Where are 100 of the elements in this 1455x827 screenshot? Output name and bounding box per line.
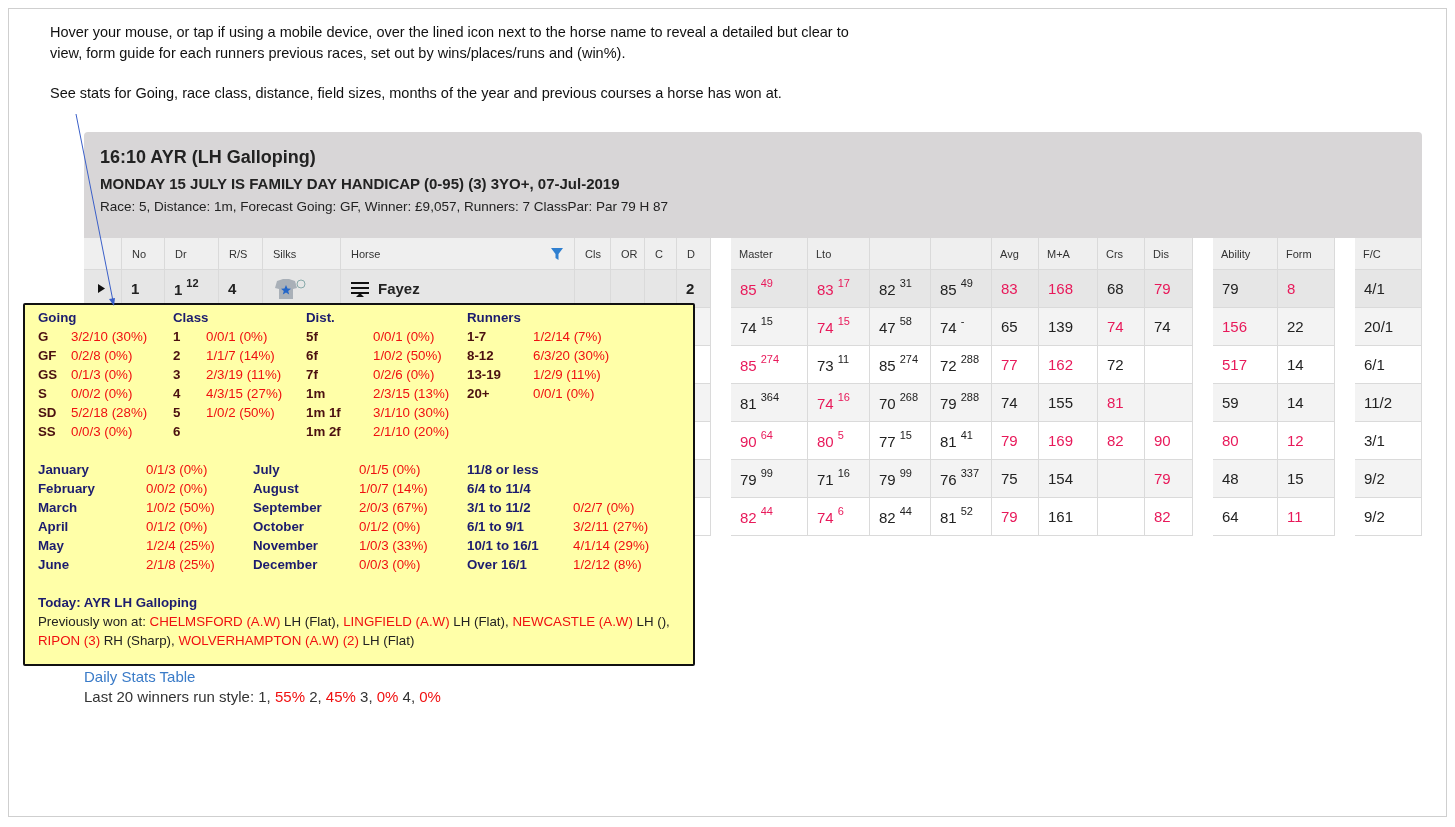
table-cell: 85 $^{274}$ [740,355,780,374]
form-guide-icon[interactable] [350,280,370,297]
column-header: C [645,238,677,270]
table-row[interactable]: 4/1 [1355,270,1422,308]
stat-value: 0/2/8 (0%) [71,347,133,365]
table-cell: 65 [1001,318,1018,335]
table-row[interactable]: 48 15 [1213,460,1335,498]
table-cell: 168 [1048,280,1074,297]
column-header: OR [611,238,645,270]
table-cell: 74 $^{15}$ [817,317,850,336]
column-header: D [677,238,711,270]
stat-value: 4/1/14 (29%) [573,537,650,555]
table-cell: 6/1 [1364,356,1385,373]
stat-label: SS [38,423,57,441]
stat-label: Over 16/1 [467,556,528,574]
stat-value: 4/3/15 (27%) [206,385,283,403]
table-row[interactable]: 79 $^{99}$ 71 $^{16}$ 79 $^{99}$ 76 $^{337}$ 75 154 79 [731,460,1193,498]
table-row[interactable]: 59 14 [1213,384,1335,422]
stat-value: 1/2/4 (25%) [146,537,215,555]
table-cell: 48 [1222,470,1239,487]
table-row[interactable]: 11/2 [1355,384,1422,422]
stat-label: August [253,480,300,498]
stat-label: 1-7 [467,328,488,346]
section-heading: Going [38,309,78,327]
table-row[interactable]: 82 $^{44}$ 74 $^{6}$ 82 $^{44}$ 81 $^{52}$ 79 161 82 [731,498,1193,536]
race-title: 16:10 AYR (LH Galloping) [100,147,317,168]
stat-value: 1/0/3 (33%) [359,537,428,555]
table-row[interactable]: 9/2 [1355,460,1422,498]
table-cell: 74 [1154,318,1171,335]
previous-wins-text: Previously won at: CHELMSFORD (A.W) LH (Flat), LINGFIELD (A.W) LH (Flat), NEWCASTLE (A.W) LH (), RIPON (3) RH (Sharp), WOLVERHAMPTON (A.W) (2) LH (Flat) [38,613,671,650]
stat-value: 2/3/15 (13%) [373,385,450,403]
table-cell: 80 [1222,432,1239,449]
table-row[interactable]: 74 $^{15}$ 74 $^{15}$ 47 $^{58}$ 74 $^{-}$ 65 139 74 74 [731,308,1193,346]
stat-label: 10/1 to 16/1 [467,537,540,555]
stat-label: GF [38,347,58,365]
table-row[interactable]: 517 14 [1213,346,1335,384]
table-cell: 1 [131,280,140,297]
horse-name: Fayez [378,280,420,297]
table-row[interactable]: 6/1 [1355,346,1422,384]
table-cell: 85 $^{49}$ [940,279,973,298]
stat-value: 1/2/12 (8%) [573,556,642,574]
table-cell: 79 $^{288}$ [940,393,980,412]
stat-value: 0/0/3 (0%) [359,556,421,574]
table-cell: 79 $^{99}$ [740,469,773,488]
row-pointer-icon [98,284,105,293]
table-row[interactable]: 80 12 [1213,422,1335,460]
table-row[interactable]: 90 $^{64}$ 80 $^{5}$ 77 $^{15}$ 81 $^{41}$ 79 169 82 90 [731,422,1193,460]
stat-value: 0/0/2 (0%) [146,480,208,498]
table-cell: 82 [1107,432,1124,449]
column-header: Dis [1145,238,1193,270]
table-row[interactable]: 3/1 [1355,422,1422,460]
stat-value: 5/2/18 (28%) [71,404,148,422]
table-row[interactable]: 79 8 [1213,270,1335,308]
stat-value: 3/2/11 (27%) [573,518,649,536]
table-cell: 85 $^{274}$ [879,355,919,374]
table-row[interactable]: 20/1 [1355,308,1422,346]
table-cell: 82 [1154,508,1171,525]
table-cell: 83 [1001,280,1018,297]
column-header: Avg [992,238,1039,270]
table-cell: 8 [1287,280,1296,297]
stat-label: 6f [306,347,319,365]
stat-value: 2/3/19 (11%) [206,366,282,384]
instruction-text: See stats for Going, race class, distance, field sizes, months of the year and previous courses a horse has won at. [50,84,783,103]
stat-value: 0/0/1 (0%) [206,328,268,346]
column-header: Lto [808,238,870,270]
table-row[interactable]: 85 $^{49}$ 83 $^{17}$ 82 $^{31}$ 85 $^{49}$ 83 168 68 79 [731,270,1193,308]
column-header: M+A [1039,238,1098,270]
table-cell: 154 [1048,470,1074,487]
filter-icon[interactable] [550,246,564,261]
table-row[interactable]: 64 11 [1213,498,1335,536]
table-cell: 81 $^{41}$ [940,431,973,450]
table-row[interactable]: 1 1 $^{12}$ 4 Fayez 2 [84,270,711,308]
stat-label: December [253,556,319,574]
table-cell: 74 $^{16}$ [817,393,850,412]
table-row[interactable]: 156 22 [1213,308,1335,346]
table-cell: 70 $^{268}$ [879,393,919,412]
stat-label: GS [38,366,59,384]
daily-stats-link[interactable]: Daily Stats Table [84,668,196,685]
table-cell: 82 $^{31}$ [879,279,912,298]
stat-label: 5 [173,404,182,422]
stat-label: 1 [173,328,182,346]
table-cell: 4 [228,280,237,297]
table-cell: 81 $^{52}$ [940,507,973,526]
stat-label: 4 [173,385,182,403]
table-row[interactable]: 9/2 [1355,498,1422,536]
table-cell: 74 [1001,394,1018,411]
table-row[interactable]: 85 $^{274}$ 73 $^{11}$ 85 $^{274}$ 72 $^{288}$ 77 162 72 [731,346,1193,384]
table-cell: 169 [1048,432,1074,449]
table-cell: 517 [1222,356,1248,373]
table-row[interactable]: 81 $^{364}$ 74 $^{16}$ 70 $^{268}$ 79 $^{288}$ 74 155 81 [731,384,1193,422]
stat-value: 2/1/10 (20%) [373,423,450,441]
stat-label: March [38,499,79,517]
table-cell: 14 [1287,356,1304,373]
stat-label: 2 [173,347,182,365]
section-heading: Dist. [306,309,336,327]
stat-value: 0/0/1 (0%) [533,385,595,403]
stat-label: SD [38,404,58,422]
stat-value: 6/3/20 (30%) [533,347,610,365]
stat-label: January [38,461,90,479]
table-cell: 12 [1287,432,1304,449]
